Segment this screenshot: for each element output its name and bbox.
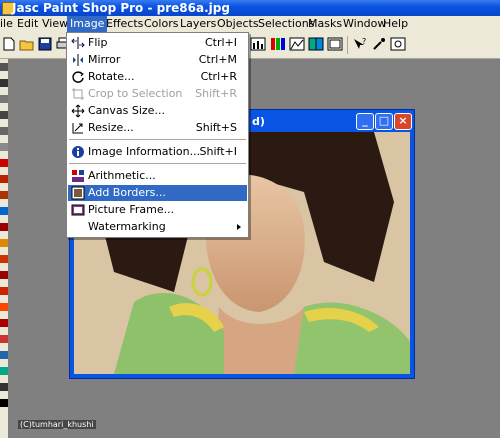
menu-item-rotate[interactable]: Rotate... Ctrl+R bbox=[68, 69, 247, 85]
menu-effects[interactable]: Effects bbox=[103, 16, 146, 32]
selection-tool-icon[interactable] bbox=[0, 143, 8, 151]
lasso-tool-icon[interactable] bbox=[0, 159, 8, 167]
eraser-tool-icon[interactable] bbox=[0, 287, 8, 295]
menu-item-arithmetic[interactable]: Arithmetic... bbox=[68, 168, 247, 184]
menu-item-shortcut: Shift+S bbox=[195, 121, 237, 134]
palette-icon[interactable] bbox=[308, 37, 324, 51]
menu-item-label: Image Information... bbox=[88, 145, 201, 158]
zoom-tool-icon[interactable] bbox=[0, 79, 8, 87]
retouch-tool-icon[interactable] bbox=[0, 255, 8, 263]
rotate-icon bbox=[72, 71, 84, 83]
text-tool-icon[interactable] bbox=[0, 351, 8, 359]
menu-item-shortcut: Shift+R bbox=[195, 87, 237, 100]
overview-icon[interactable] bbox=[390, 37, 406, 51]
menu-item-flip[interactable]: Flip Ctrl+I bbox=[68, 35, 247, 51]
picture-tube-tool-icon[interactable] bbox=[0, 303, 8, 311]
add-borders-icon bbox=[71, 186, 85, 200]
menu-item-label: Canvas Size... bbox=[88, 104, 165, 117]
menu-item-label: Picture Frame... bbox=[88, 203, 175, 216]
menubar: ile Edit View Image Effects Colors Layer… bbox=[0, 16, 500, 32]
menu-item-label: Crop to Selection bbox=[88, 87, 183, 100]
menu-item-label: Flip bbox=[88, 36, 108, 49]
menu-item-shortcut: Ctrl+I bbox=[204, 36, 237, 49]
crop-icon bbox=[72, 88, 84, 100]
image-menu-dropdown: Flip Ctrl+I Mirror Ctrl+M Rotate... Ctrl… bbox=[66, 32, 249, 238]
levels-icon[interactable] bbox=[289, 37, 305, 51]
mirror-icon bbox=[73, 54, 83, 66]
menu-item-picture-frame[interactable]: Picture Frame... bbox=[68, 202, 247, 218]
new-file-icon[interactable] bbox=[1, 37, 17, 51]
menu-item-label: Resize... bbox=[88, 121, 134, 134]
menu-item-shortcut: Ctrl+M bbox=[198, 53, 237, 66]
tool-palette bbox=[0, 59, 8, 438]
maximize-button[interactable]: □ bbox=[375, 113, 393, 130]
clone-brush-tool-icon[interactable] bbox=[0, 223, 8, 231]
menu-colors[interactable]: Colors bbox=[141, 16, 181, 32]
menu-item-watermarking[interactable]: Watermarking bbox=[68, 219, 247, 235]
menu-image[interactable]: Image bbox=[67, 16, 108, 32]
eyedropper-tool-icon[interactable] bbox=[371, 37, 387, 51]
minimize-button[interactable]: _ bbox=[356, 113, 374, 130]
menu-help[interactable]: Help bbox=[380, 16, 411, 32]
menu-item-shortcut: Ctrl+R bbox=[200, 70, 237, 83]
save-icon[interactable] bbox=[37, 37, 53, 51]
info-icon bbox=[72, 146, 84, 158]
arithmetic-icon bbox=[72, 170, 84, 182]
watermark-text: (C)tumhari_khushi bbox=[18, 420, 96, 429]
picture-frame-icon bbox=[71, 204, 85, 216]
svg-text:?: ? bbox=[362, 37, 366, 46]
menu-item-image-information[interactable]: Image Information... Shift+I bbox=[68, 144, 247, 160]
airbrush-tool-icon[interactable] bbox=[0, 319, 8, 327]
scratch-remover-tool-icon[interactable] bbox=[0, 271, 8, 279]
document-caption: d) bbox=[252, 115, 265, 128]
object-selector-tool-icon[interactable] bbox=[0, 399, 8, 407]
menu-item-label: Watermarking bbox=[88, 220, 166, 233]
window-title: Jasc Paint Shop Pro - pre86a.jpg bbox=[12, 1, 230, 15]
menu-separator bbox=[69, 139, 246, 140]
dropper-tool-icon[interactable] bbox=[0, 191, 8, 199]
submenu-arrow-icon bbox=[237, 224, 241, 230]
menu-item-add-borders[interactable]: Add Borders... bbox=[68, 185, 247, 201]
magic-wand-tool-icon[interactable] bbox=[0, 175, 8, 183]
color-replacer-tool-icon[interactable] bbox=[0, 239, 8, 247]
preset-shapes-tool-icon[interactable] bbox=[0, 367, 8, 375]
context-help-icon[interactable]: ? bbox=[352, 37, 368, 51]
histogram-icon[interactable] bbox=[250, 37, 266, 51]
app-titlebar[interactable]: Jasc Paint Shop Pro - pre86a.jpg bbox=[0, 0, 500, 16]
channels-icon[interactable] bbox=[270, 37, 286, 51]
menu-item-label: Rotate... bbox=[88, 70, 135, 83]
arrow-tool-icon[interactable] bbox=[0, 63, 8, 71]
canvas-size-icon bbox=[71, 104, 85, 118]
menu-item-label: Arithmetic... bbox=[88, 169, 156, 182]
deform-tool-icon[interactable] bbox=[0, 95, 8, 103]
menu-item-shortcut: Shift+I bbox=[199, 145, 237, 158]
crop-tool-icon[interactable] bbox=[0, 111, 8, 119]
flip-icon bbox=[71, 37, 85, 49]
layers-palette-icon[interactable] bbox=[327, 37, 343, 51]
menu-edit[interactable]: Edit bbox=[14, 16, 41, 32]
menu-item-resize[interactable]: Resize... Shift+S bbox=[68, 120, 247, 136]
resize-icon bbox=[72, 123, 83, 134]
menu-item-label: Mirror bbox=[88, 53, 121, 66]
close-button[interactable]: × bbox=[394, 113, 412, 130]
menu-item-canvas-size[interactable]: Canvas Size... bbox=[68, 103, 247, 119]
move-tool-icon[interactable] bbox=[0, 127, 8, 135]
flood-fill-tool-icon[interactable] bbox=[0, 335, 8, 343]
menu-item-mirror[interactable]: Mirror Ctrl+M bbox=[68, 52, 247, 68]
pen-tool-icon[interactable] bbox=[0, 383, 8, 391]
paint-brush-tool-icon[interactable] bbox=[0, 207, 8, 215]
menu-item-crop-to-selection: Crop to Selection Shift+R bbox=[68, 86, 247, 102]
menu-item-label: Add Borders... bbox=[88, 186, 166, 199]
open-folder-icon[interactable] bbox=[19, 37, 35, 51]
menu-separator bbox=[69, 163, 246, 164]
toolbar-separator bbox=[347, 36, 348, 54]
